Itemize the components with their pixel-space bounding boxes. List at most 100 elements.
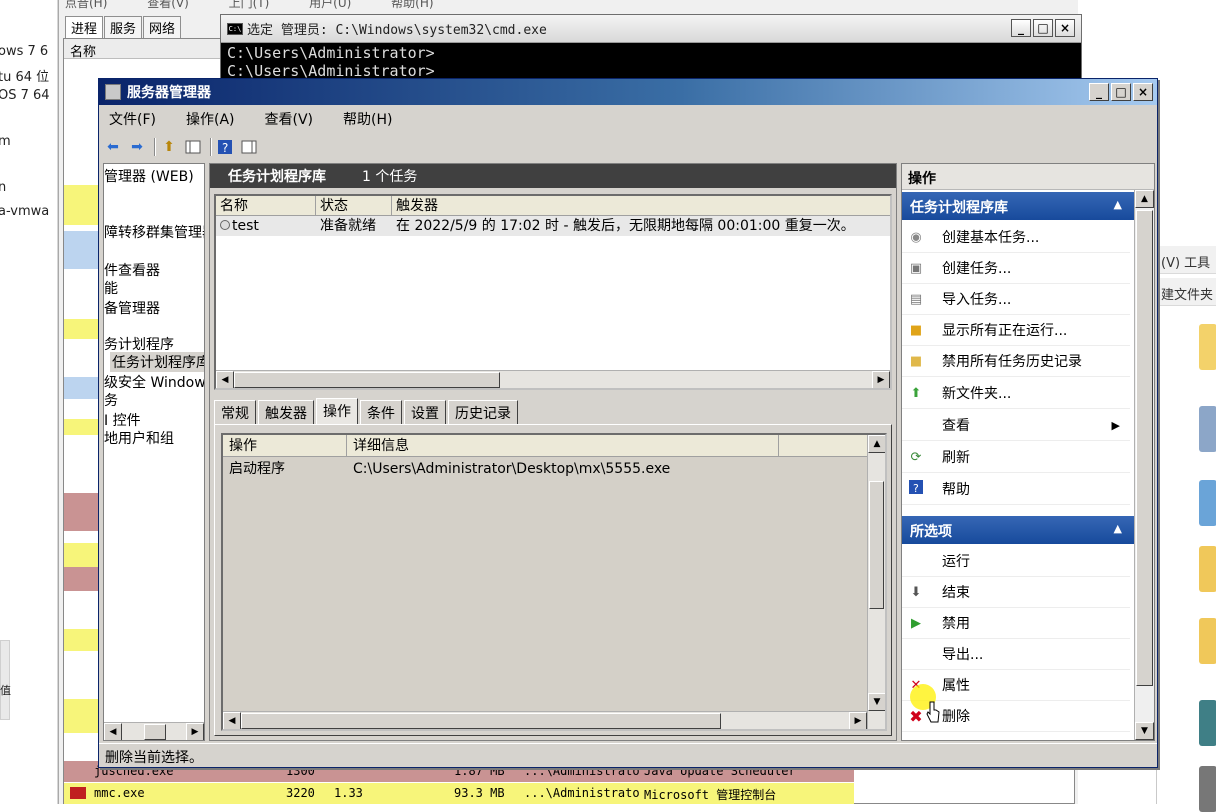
tab-services[interactable]: 服务 <box>104 16 143 38</box>
action-show-running[interactable]: ■ 显示所有正在运行... <box>902 315 1130 346</box>
section-selected-item[interactable]: 所选项 ▲ <box>902 516 1134 544</box>
scroll-left-icon[interactable]: ◀ <box>216 371 234 388</box>
scroll-thumb[interactable] <box>1136 210 1153 686</box>
new-folder-button[interactable]: 建文件夹 <box>1157 278 1216 306</box>
show-hide-tree-icon[interactable] <box>183 137 203 157</box>
menu-help[interactable]: 帮助(H) <box>337 109 398 129</box>
tm-menu-item[interactable]: 帮助(H) <box>391 0 433 10</box>
collapse-icon[interactable]: ▲ <box>1114 522 1122 535</box>
column-action[interactable]: 操作 <box>223 435 347 456</box>
up-folder-icon[interactable]: ⬆ <box>159 137 179 157</box>
tab-general[interactable]: 常规 <box>214 400 256 424</box>
menu-file[interactable]: 文件(F) <box>103 109 162 129</box>
action-list-vscrollbar[interactable]: ▲ ▼ <box>867 435 885 729</box>
back-arrow-icon[interactable]: ⬅ <box>103 137 123 157</box>
help-icon[interactable]: ? <box>215 137 235 157</box>
scroll-thumb[interactable] <box>241 713 721 729</box>
action-create-basic-task[interactable]: ◉ 创建基本任务... <box>902 222 1130 253</box>
cmd-output[interactable]: C:\Users\Administrator> C:\Users\Adminis… <box>221 43 1081 81</box>
action-row[interactable]: 启动程序 C:\Users\Administrator\Desktop\mx\5… <box>223 457 885 481</box>
vm-list-item[interactable]: ows 7 6 <box>0 44 48 59</box>
vm-list-item[interactable]: m <box>0 134 11 149</box>
action-disable-history[interactable]: ■ 禁用所有任务历史记录 <box>902 346 1130 377</box>
action-refresh[interactable]: ⟳ 刷新 <box>902 442 1130 473</box>
process-row[interactable]: mmc.exe 3220 1.33 93.3 MB ...\Administra… <box>64 783 854 804</box>
column-status[interactable]: 状态 <box>316 196 392 215</box>
minimize-button[interactable]: _ <box>1089 83 1109 101</box>
tree-item[interactable]: 管理器 (WEB) <box>104 166 194 186</box>
vm-list-item[interactable]: OS 7 64 <box>0 88 50 103</box>
scroll-thumb[interactable] <box>234 372 500 388</box>
column-trigger[interactable]: 触发器 <box>392 196 890 215</box>
tab-history[interactable]: 历史记录 <box>448 400 518 424</box>
vm-list-item[interactable]: n <box>0 180 6 195</box>
scroll-up-icon[interactable]: ▲ <box>868 435 885 453</box>
action-end[interactable]: ⬇ 结束 <box>902 577 1130 608</box>
folder-icon[interactable] <box>1199 546 1216 592</box>
menu-action[interactable]: 操作(A) <box>180 109 241 129</box>
tree-item[interactable]: 务计划程序 <box>104 334 174 354</box>
action-run[interactable]: 运行 <box>902 546 1130 577</box>
scroll-right-icon[interactable]: ▶ <box>186 723 204 740</box>
tm-menu-item[interactable]: 上门(T) <box>229 0 270 10</box>
section-task-library[interactable]: 任务计划程序库 ▲ <box>902 192 1134 220</box>
menu-view[interactable]: 查看(V) <box>259 109 320 129</box>
column-details[interactable]: 详细信息 <box>347 435 779 456</box>
scroll-left-icon[interactable]: ◀ <box>223 712 241 729</box>
tab-conditions[interactable]: 条件 <box>360 400 402 424</box>
actions-pane-scrollbar[interactable]: ▲ ▼ <box>1134 190 1154 740</box>
action-view[interactable]: 查看 ▶ <box>902 410 1130 441</box>
collapse-icon[interactable]: ▲ <box>1114 198 1122 211</box>
tree-item[interactable]: 件查看器 <box>104 260 160 280</box>
action-pane-icon[interactable] <box>239 137 259 157</box>
action-create-task[interactable]: ▣ 创建任务... <box>902 253 1130 284</box>
action-list-hscrollbar[interactable]: ◀ ▶ <box>223 711 867 729</box>
action-properties[interactable]: ✕ 属性 <box>902 670 1130 701</box>
tm-menu-item[interactable]: 用户(U) <box>309 0 351 10</box>
close-button[interactable]: × <box>1133 83 1153 101</box>
maximize-button[interactable]: □ <box>1033 19 1053 37</box>
explorer-menu[interactable]: (V) 工具 <box>1157 246 1216 274</box>
tm-menu-item[interactable]: 查看(V) <box>147 0 189 10</box>
drive-icon[interactable] <box>1199 406 1216 452</box>
cmd-titlebar[interactable]: C:\ 选定 管理员: C:\Windows\system32\cmd.exe <box>221 15 1081 43</box>
scroll-up-icon[interactable]: ▲ <box>1135 190 1154 208</box>
close-button[interactable]: × <box>1055 19 1075 37</box>
image-icon[interactable] <box>1199 700 1216 746</box>
scroll-thumb[interactable] <box>869 481 884 609</box>
task-row[interactable]: test 准备就绪 在 2022/5/9 的 17:02 时 - 触发后，无限期… <box>216 216 890 236</box>
column-name[interactable]: 名称 <box>216 196 316 215</box>
action-help[interactable]: ? 帮助 <box>902 474 1130 505</box>
device-icon[interactable] <box>1199 766 1216 812</box>
scroll-thumb[interactable] <box>144 724 166 740</box>
tree-item[interactable]: I 控件 <box>104 410 141 430</box>
side-tab[interactable] <box>0 640 10 720</box>
tree-item[interactable]: 障转移群集管理器 <box>104 222 204 242</box>
tree-item[interactable]: 地用户和组 <box>104 428 174 448</box>
folder-icon[interactable] <box>1199 618 1216 664</box>
tree-horizontal-scrollbar[interactable]: ◀ ▶ <box>104 722 204 740</box>
folder-icon[interactable] <box>1199 324 1216 370</box>
tree-item[interactable]: 能 <box>104 278 118 298</box>
scroll-right-icon[interactable]: ▶ <box>849 712 867 729</box>
action-disable[interactable]: ▶ 禁用 <box>902 608 1130 639</box>
tree-item[interactable]: 级安全 Windows <box>104 372 204 392</box>
server-manager-titlebar[interactable]: 服务器管理器 <box>99 79 1157 105</box>
vm-list-item[interactable]: a-vmwa <box>0 204 49 219</box>
tab-triggers[interactable]: 触发器 <box>258 400 314 424</box>
scroll-right-icon[interactable]: ▶ <box>872 371 890 388</box>
minimize-button[interactable]: _ <box>1011 19 1031 37</box>
tree-item-selected[interactable]: 任务计划程序库 <box>110 352 204 372</box>
action-export[interactable]: 导出... <box>902 639 1130 670</box>
action-import-task[interactable]: ▤ 导入任务... <box>902 284 1130 315</box>
tab-actions[interactable]: 操作 <box>316 398 358 424</box>
vm-list-item[interactable]: tu 64 位 <box>0 66 49 85</box>
tree-item[interactable]: 务 <box>104 390 118 410</box>
scroll-down-icon[interactable]: ▼ <box>868 693 885 711</box>
task-list-hscrollbar[interactable]: ◀ ▶ <box>216 370 890 388</box>
network-icon[interactable] <box>1199 480 1216 526</box>
tree-item[interactable]: 备管理器 <box>104 298 160 318</box>
tab-network[interactable]: 网络 <box>143 16 182 38</box>
tab-processes[interactable]: 进程 <box>65 16 104 38</box>
scroll-left-icon[interactable]: ◀ <box>104 723 122 740</box>
